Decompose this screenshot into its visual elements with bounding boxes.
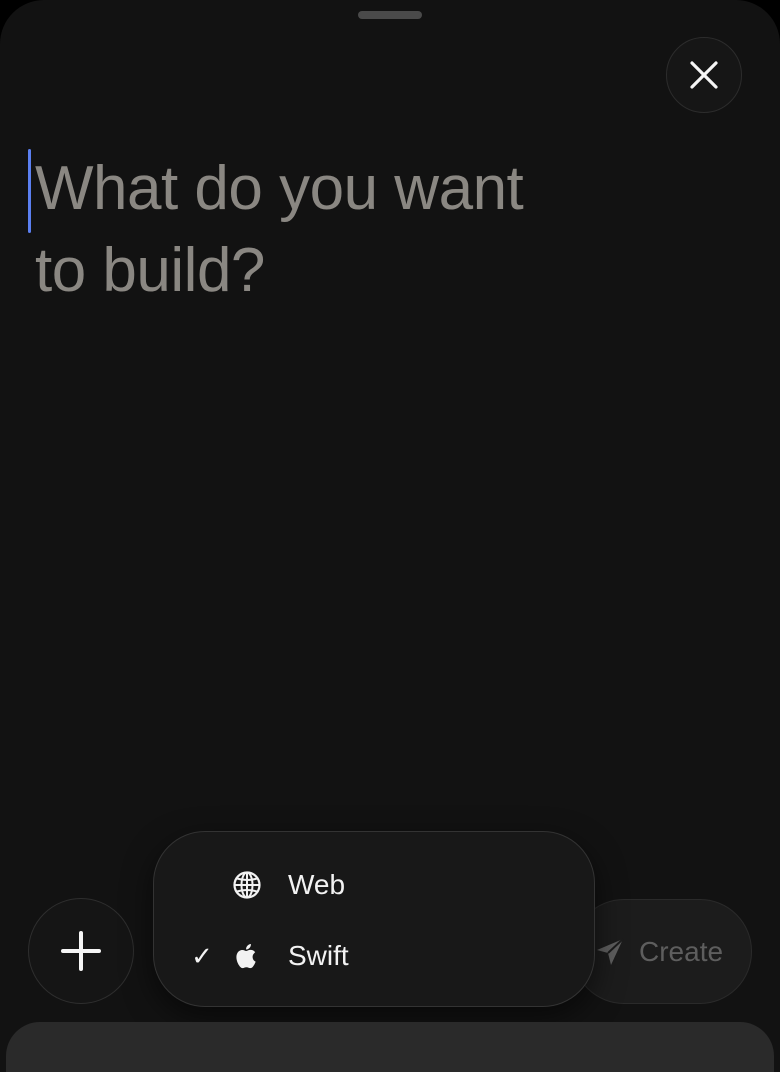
menu-item-swift-label: Swift <box>288 940 349 971</box>
prompt-placeholder-line-1: What do you want <box>35 154 524 223</box>
menu-item-swift[interactable]: ✓ Swift <box>154 926 594 986</box>
menu-item-web-label: Web <box>288 869 346 900</box>
add-attachment-button[interactable] <box>28 898 134 1004</box>
text-caret <box>28 149 31 233</box>
keyboard-panel-edge <box>6 1022 774 1072</box>
prompt-input[interactable]: What do you want to build? <box>35 148 595 312</box>
sheet-grabber[interactable] <box>358 11 422 19</box>
platform-menu: Web ✓ Swift <box>153 831 595 1007</box>
menu-item-web[interactable]: Web <box>154 855 594 915</box>
paper-plane-icon <box>597 937 624 965</box>
apple-icon <box>236 944 256 969</box>
close-icon <box>690 61 718 89</box>
close-button[interactable] <box>666 37 742 113</box>
create-button[interactable]: Create <box>572 899 752 1004</box>
create-button-label: Create <box>639 935 724 967</box>
plus-icon <box>61 931 101 971</box>
checkmark-icon: ✓ <box>191 940 213 971</box>
globe-icon <box>233 871 261 899</box>
prompt-placeholder-line-2: to build? <box>35 236 265 305</box>
compose-sheet: What do you want to build? Create Web ✓ … <box>0 0 780 1072</box>
